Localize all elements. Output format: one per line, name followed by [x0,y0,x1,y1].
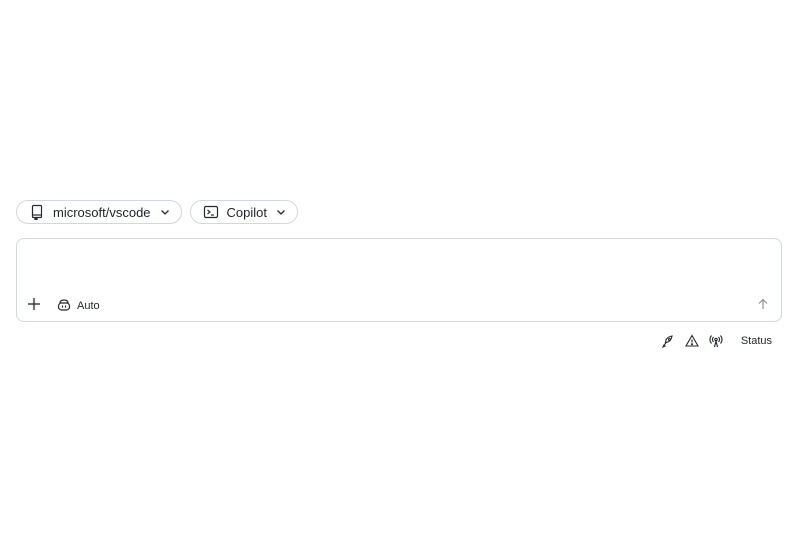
repo-picker-label: microsoft/vscode [53,204,151,220]
chevron-down-icon [275,206,287,218]
app-root: microsoft/vscode Copilot Auto Status [0,0,800,560]
prompt-composer: Auto [16,238,782,322]
model-picker-label: Auto [77,300,100,312]
send-button[interactable] [755,298,771,314]
status-link[interactable]: Status [741,335,772,347]
broadcast-icon[interactable] [709,334,723,348]
repo-picker-button[interactable]: microsoft/vscode [16,200,182,224]
agent-picker-button[interactable]: Copilot [189,200,299,224]
arrow-up-icon [757,297,769,315]
chevron-down-icon [159,206,171,218]
add-attachment-button[interactable] [25,297,43,315]
terminal-icon [203,204,219,220]
picker-row: microsoft/vscode Copilot [16,200,299,224]
alert-icon[interactable] [684,334,699,348]
debug-icon[interactable] [661,334,675,348]
agent-picker-label: Copilot [226,204,268,220]
status-bar: Status [661,334,772,348]
copilot-icon [57,298,71,315]
prompt-input[interactable] [29,249,773,293]
plus-icon [27,297,41,316]
model-picker-button[interactable]: Auto [57,297,100,315]
repo-icon [29,204,45,220]
